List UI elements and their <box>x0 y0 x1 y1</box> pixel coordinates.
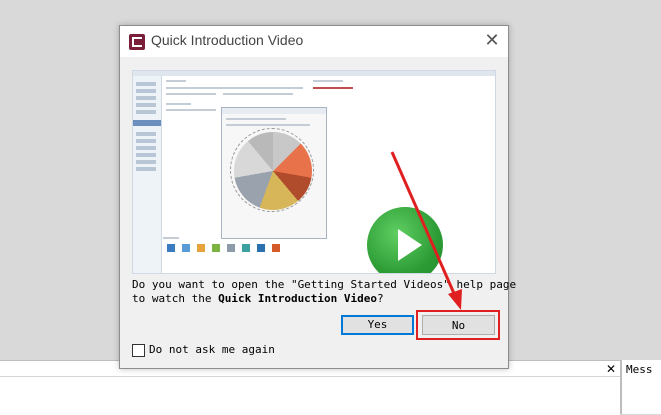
output-panel-divider <box>0 376 620 377</box>
preview-heading-line <box>163 237 179 239</box>
preview-card-title <box>222 108 326 114</box>
preview-heading-line <box>166 80 186 82</box>
close-icon[interactable]: ✕ <box>482 31 502 51</box>
preview-sidebar <box>133 76 162 273</box>
do-not-ask-label[interactable]: Do not ask me again <box>149 343 275 356</box>
preview-recent-item <box>313 87 353 89</box>
preview-text-line <box>166 87 226 89</box>
preview-text-line <box>223 93 293 95</box>
no-button-highlight-box <box>416 310 500 340</box>
dialog-titlebar[interactable]: Quick Introduction Video ✕ <box>120 26 508 57</box>
preview-toolbar <box>133 71 495 76</box>
preview-heading-line <box>166 103 191 105</box>
preview-text-line <box>223 87 303 89</box>
preview-text-line <box>166 109 216 111</box>
messages-panel-label: Mess <box>626 363 653 376</box>
preview-application-wheel <box>234 132 312 210</box>
yes-button[interactable]: Yes <box>341 315 414 335</box>
app-logo-icon <box>129 34 145 50</box>
preview-modules-row <box>163 241 283 259</box>
dialog-title: Quick Introduction Video <box>151 32 304 48</box>
output-panel-close-icon[interactable]: ✕ <box>604 362 618 376</box>
preview-heading-line <box>313 80 343 82</box>
do-not-ask-checkbox[interactable] <box>132 344 145 357</box>
preview-text-line <box>166 93 216 95</box>
dialog-message: Do you want to open the "Getting Started… <box>132 278 517 305</box>
video-preview-image[interactable] <box>132 70 496 274</box>
quick-intro-dialog: Quick Introduction Video ✕ Do you want t… <box>119 25 516 369</box>
play-video-icon[interactable] <box>367 207 443 273</box>
preview-new-project-card <box>221 107 327 239</box>
